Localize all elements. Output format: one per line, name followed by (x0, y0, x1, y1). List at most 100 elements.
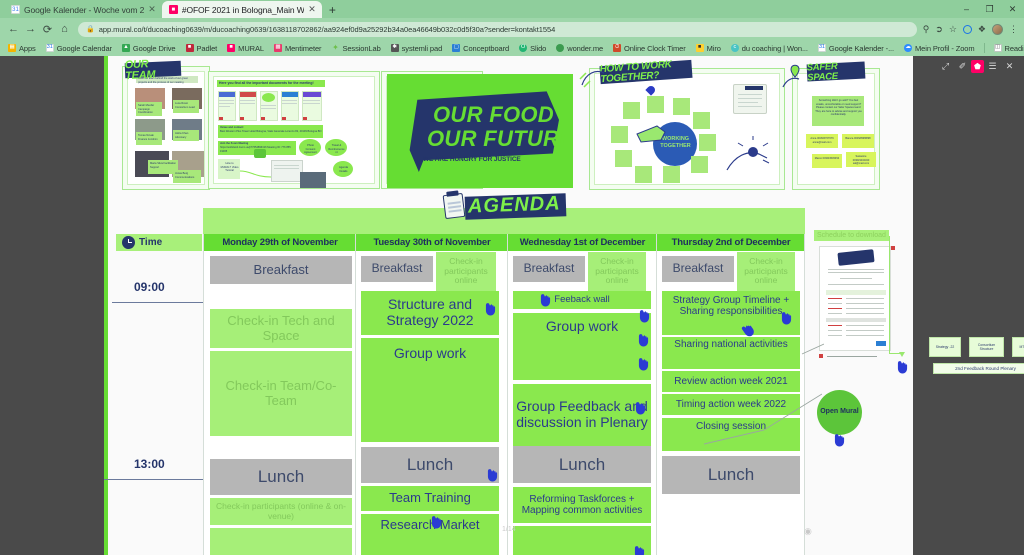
cursor-sticker[interactable] (781, 312, 792, 325)
tab-mural-ofof[interactable]: ■ #OFOF 2021 in Bologna_Main W ✕ (161, 1, 322, 18)
agenda-cell[interactable]: Check-in participants online (588, 252, 646, 291)
board-how-to-work-together[interactable]: WORKING TOGETHER HOW TO WORK TOGETHER? (579, 59, 785, 190)
agenda-cell[interactable]: Reforming Taskforces + Mapping common ac… (513, 487, 651, 523)
bookmark-du-coaching[interactable]: c du coaching | Won... (726, 44, 813, 53)
time-tick-1300: 13:00 (134, 457, 165, 471)
reading-list-button[interactable]: ◫ Reading list (989, 44, 1024, 53)
agenda-cell[interactable]: Breakfast (361, 256, 433, 282)
board-safer-space[interactable]: Something didn't go well? You feel unsaf… (782, 61, 880, 190)
bookmark-padlet[interactable]: ■ Padlet (181, 44, 223, 53)
agenda-cell[interactable]: Group Feedback and discussion in Plenary (513, 384, 651, 446)
open-mural-button[interactable]: Open Mural (817, 390, 862, 435)
minicard[interactable]: MTR & TG2 (1012, 337, 1024, 357)
day-column-tuesday[interactable]: Tuesday 30th of November Breakfast Check… (355, 234, 708, 555)
cursor-sticker[interactable] (634, 546, 645, 555)
bookmark-mural[interactable]: ■ MURAL (222, 44, 269, 53)
cursor-sticker[interactable] (834, 434, 845, 447)
new-tab-button[interactable]: + (322, 3, 343, 18)
agenda-cell[interactable]: Lunch (361, 447, 499, 483)
extension-icon[interactable]: ❖ (978, 24, 986, 35)
agenda-cell[interactable]: Team Training (361, 486, 499, 511)
bookmark-label: Conceptboard (463, 43, 510, 53)
home-icon[interactable]: ⌂ (57, 22, 72, 37)
agenda-cell[interactable]: Breakfast (210, 256, 352, 284)
mural-canvas[interactable]: Meet the team behind the work of our gre… (104, 56, 1024, 555)
minicard[interactable]: Consortium Structure (969, 337, 1004, 357)
bookmark-slido[interactable]: O Slido (514, 44, 551, 53)
agenda-cell-partial[interactable] (210, 528, 352, 555)
bookmark-wonder-me[interactable]: wonder.me (551, 44, 608, 53)
schedule-document-thumbnail[interactable] (819, 246, 891, 351)
agenda-cell[interactable]: Check-in participants online (737, 252, 795, 291)
schedule-download-label[interactable]: Schedule to download (814, 230, 889, 241)
cursor-sticker[interactable] (638, 358, 649, 371)
cursor-sticker[interactable] (431, 516, 442, 529)
bookmark-conceptboard[interactable]: ▢ Conceptboard (447, 44, 514, 53)
agenda-cell[interactable]: Breakfast (513, 256, 585, 282)
agenda-cell[interactable]: Sharing national activities (662, 337, 800, 369)
agenda-cell[interactable]: Research Market (361, 514, 499, 555)
close-window-button[interactable]: ✕ (1001, 0, 1024, 18)
board-our-team[interactable]: Meet the team behind the work of our gre… (122, 58, 210, 190)
agenda-cell[interactable]: Check-in Team/Co-Team (210, 351, 352, 436)
agenda-cell[interactable]: Check-in participants online (436, 252, 496, 291)
bookmark-miro[interactable]: ■ Miro (691, 44, 726, 53)
cursor-sticker[interactable] (487, 469, 498, 482)
close-icon[interactable]: ✕ (1001, 58, 1018, 75)
bookmark-mein-profil-zoom[interactable]: ☁ Mein Profil - Zoom (899, 44, 979, 53)
tag-icon[interactable]: ⬟ (971, 60, 984, 73)
star-icon[interactable]: ☆ (949, 24, 957, 35)
bookmark-sessionlab[interactable]: ✦ SessionLab (326, 44, 385, 53)
agenda-cell[interactable]: Structure and Strategy 2022 (361, 291, 499, 335)
tab-google-kalender[interactable]: 31 Google Kalender - Woche vom 2 ✕ (4, 1, 162, 18)
bookmark-google-kalender-2[interactable]: 31 Google Kalender -... (813, 44, 899, 53)
more-menu-icon[interactable]: ⋮ (1009, 24, 1018, 35)
fullscreen-icon[interactable]: ⤢ (937, 58, 954, 75)
cursor-sticker[interactable] (485, 303, 496, 316)
minimize-button[interactable]: – (955, 0, 978, 18)
share-icon[interactable]: ➲ (935, 24, 943, 35)
bookmark-label: MURAL (238, 43, 264, 53)
agenda-cell[interactable]: Feeback wall (513, 291, 651, 309)
address-bar[interactable]: 🔒 app.mural.co/t/ducoaching0639/m/ducoac… (78, 21, 917, 37)
cursor-sticker[interactable] (635, 402, 646, 415)
agenda-cell[interactable]: Group work (513, 313, 651, 380)
bookmark-mentimeter[interactable]: ▩ Mentimeter (269, 44, 327, 53)
agenda-cell[interactable]: Strategy Group Timeline + Sharing respon… (662, 291, 800, 335)
bookmark-apps[interactable]: ▦ Apps (3, 44, 41, 53)
mural-viewport[interactable]: Meet the team behind the work of our gre… (0, 56, 1024, 555)
extension-blue-icon[interactable] (962, 24, 972, 34)
bookmark-online-clock-timer[interactable]: ⏱ Online Clock Timer (608, 44, 691, 53)
search-icon[interactable]: ⚲ (923, 24, 930, 35)
back-icon[interactable]: ← (6, 22, 21, 37)
banner-our-food-our-future[interactable]: OUR FOOD OUR FUTURE WE ARE HUNGRY FOR JU… (387, 74, 573, 188)
profile-avatar[interactable] (992, 23, 1003, 35)
cursor-sticker[interactable] (897, 361, 908, 374)
outline-icon[interactable]: ☰ (984, 58, 1001, 75)
maximize-button[interactable]: ❐ (978, 0, 1001, 18)
agenda-cell[interactable]: Lunch (662, 456, 800, 494)
reload-icon[interactable]: ⟳ (40, 22, 55, 37)
cursor-sticker[interactable] (540, 294, 551, 307)
agenda-cell[interactable]: Check-in participants (online & on-venue… (210, 498, 352, 525)
cursor-sticker[interactable] (639, 310, 650, 323)
bookmark-google-drive[interactable]: ▲ Google Drive (117, 44, 181, 53)
day-column-monday[interactable]: Monday 29th of November Breakfast Check-… (203, 234, 356, 555)
minicard[interactable]: Strategy -22 (929, 337, 961, 357)
close-icon[interactable]: ✕ (308, 5, 316, 14)
pin-icon[interactable]: ✐ (954, 58, 971, 75)
agenda-cell[interactable]: Check-in Tech and Space (210, 309, 352, 348)
day-column-wednesday[interactable]: Wednesday 1st of December Breakfast Chec… (507, 234, 1024, 555)
agenda-cell[interactable]: Lunch (210, 459, 352, 495)
agenda-cell[interactable]: Group work (361, 338, 499, 442)
cursor-sticker[interactable] (638, 334, 649, 347)
bookmark-google-calendar[interactable]: 31 Google Calendar (41, 44, 117, 53)
minicard-wide[interactable]: 2nd Feedback Round Plenary (933, 363, 1024, 374)
close-icon[interactable]: ✕ (148, 5, 156, 14)
agenda-cell-partial[interactable] (513, 526, 651, 555)
forward-icon[interactable]: → (23, 22, 38, 37)
board-documents[interactable]: Here you find all the important document… (208, 71, 380, 189)
agenda-cell[interactable]: Lunch (513, 446, 651, 483)
agenda-cell[interactable]: Breakfast (662, 256, 734, 282)
bookmark-systemli-pad[interactable]: ✱ systemli pad (386, 44, 447, 53)
